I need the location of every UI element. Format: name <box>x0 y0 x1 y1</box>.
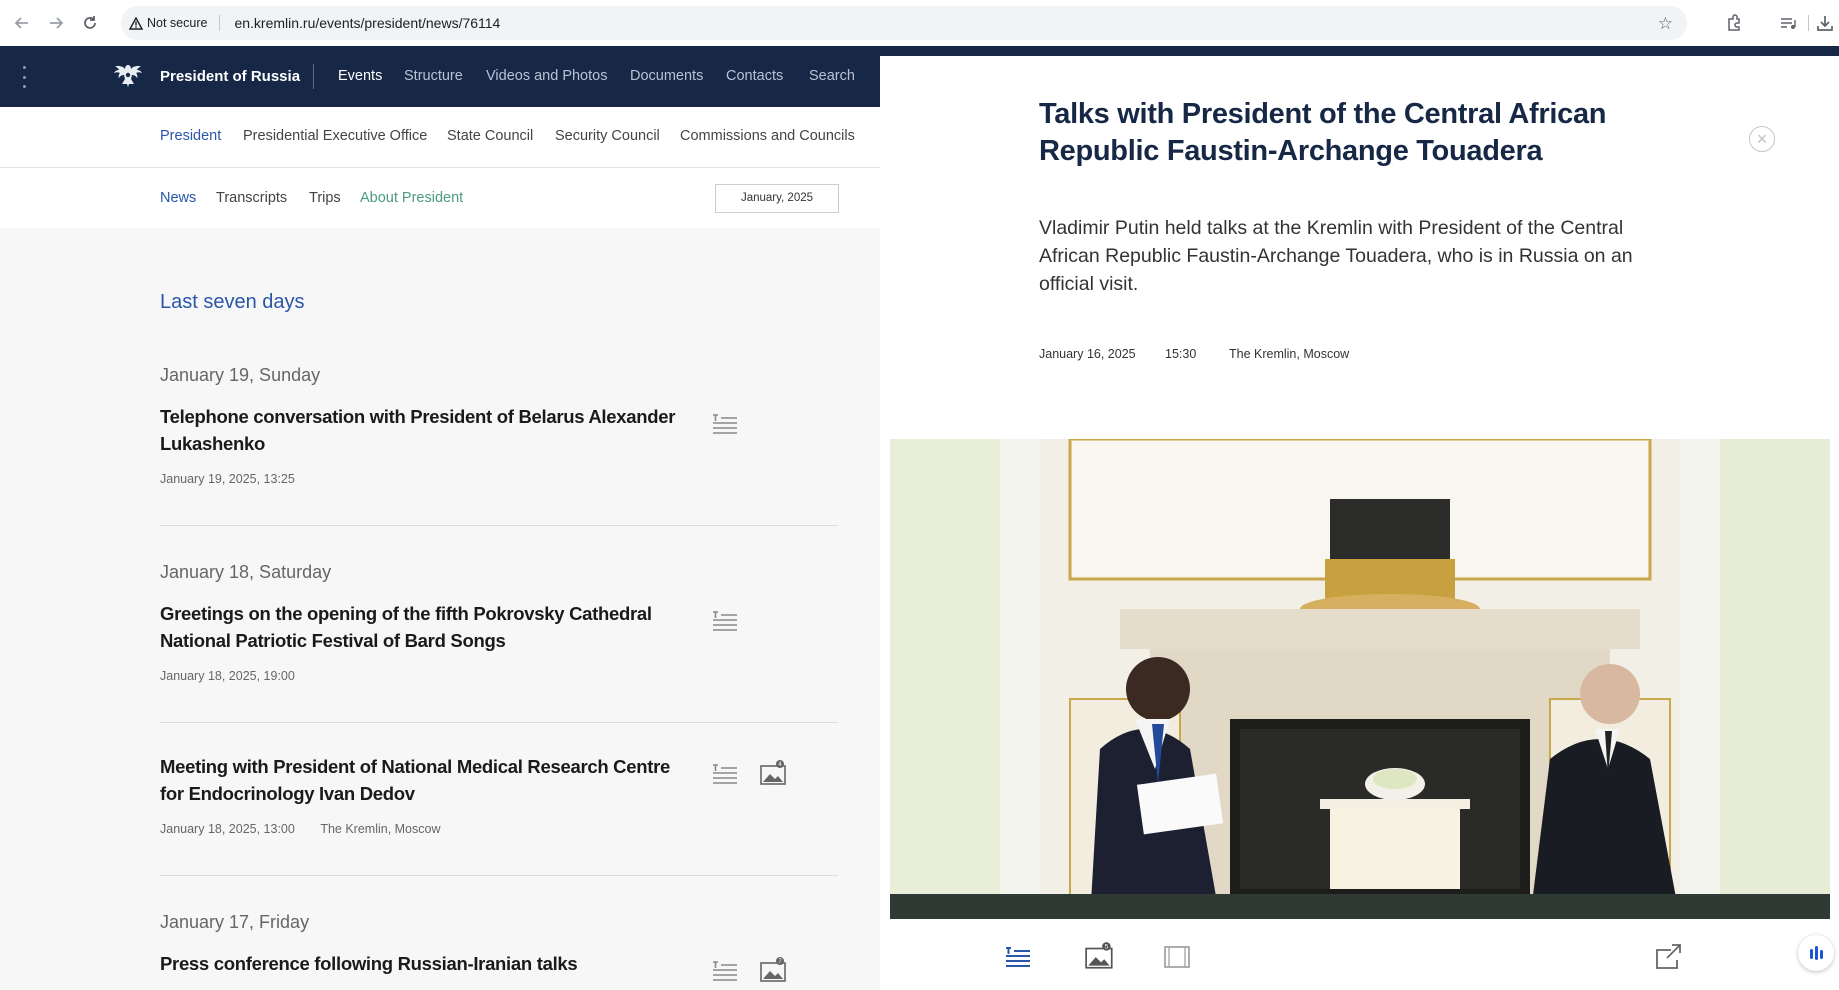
nav-videos-photos[interactable]: Videos and Photos <box>486 68 607 84</box>
news-item-title[interactable]: Greetings on the opening of the fifth Po… <box>160 600 680 654</box>
subnav-executive-office[interactable]: Presidential Executive Office <box>243 128 427 144</box>
article-pane: Talks with President of the Central Afri… <box>880 46 1839 990</box>
article-lead: Vladimir Putin held talks at the Kremlin… <box>1039 217 1633 295</box>
news-list-pane: President of Russia Events Structure Vid… <box>0 46 880 990</box>
warning-icon <box>129 16 143 30</box>
news-item-meta: January 19, 2025, 13:25 <box>160 472 317 486</box>
transcript-icon[interactable] <box>711 959 739 983</box>
nav-contacts[interactable]: Contacts <box>726 68 783 84</box>
tab-about-president[interactable]: About President <box>360 190 463 206</box>
browser-toolbar: Not secure en.kremlin.ru/events/presiden… <box>0 0 1839 46</box>
news-item-title[interactable]: Press conference following Russian-Irani… <box>160 950 680 977</box>
list-divider <box>160 722 838 723</box>
article-photo[interactable] <box>890 439 1830 919</box>
article-place: The Kremlin, Moscow <box>1229 347 1350 361</box>
media-controls-icon[interactable] <box>1779 6 1797 40</box>
video-icon[interactable] <box>1164 945 1190 969</box>
menu-icon[interactable] <box>22 66 26 88</box>
photo-gallery-icon[interactable]: 5 <box>1084 942 1116 970</box>
subnav-president[interactable]: President <box>160 128 221 144</box>
nav-search[interactable]: Search <box>809 68 855 84</box>
reload-icon[interactable] <box>73 6 107 40</box>
transcript-icon[interactable] <box>1004 945 1032 969</box>
eagle-emblem-icon[interactable] <box>112 61 144 91</box>
share-icon[interactable] <box>1653 942 1683 970</box>
toolbar-divider <box>1808 6 1809 40</box>
security-indicator[interactable]: Not secure <box>129 16 207 30</box>
article-title: Talks with President of the Central Afri… <box>1039 98 1607 167</box>
list-divider <box>160 525 838 526</box>
day-heading: January 17, Friday <box>160 912 310 932</box>
transcript-icon[interactable] <box>711 609 739 633</box>
news-item-title[interactable]: Telephone conversation with President of… <box>160 403 680 457</box>
subnav-commissions[interactable]: Commissions and Councils <box>680 128 855 144</box>
list-divider <box>160 875 838 876</box>
tab-news[interactable]: News <box>160 190 196 206</box>
url-text[interactable]: en.kremlin.ru/events/president/news/7611… <box>234 15 500 31</box>
section-title: Last seven days <box>160 291 305 313</box>
tab-trips[interactable]: Trips <box>309 190 341 206</box>
article-topbar <box>880 46 1839 56</box>
audio-bars-icon[interactable] <box>1798 935 1834 971</box>
transcript-icon[interactable] <box>711 762 739 786</box>
photo-gallery-icon[interactable]: 7 <box>759 957 789 983</box>
news-item-title[interactable]: Meeting with President of National Medic… <box>160 753 680 807</box>
address-bar[interactable]: Not secure en.kremlin.ru/events/presiden… <box>121 6 1687 40</box>
news-item-place: The Kremlin, Moscow <box>320 822 441 836</box>
nav-structure[interactable]: Structure <box>404 68 463 84</box>
day-heading: January 18, Saturday <box>160 562 332 582</box>
news-item-date: January 18, 2025, 19:00 <box>160 669 295 683</box>
nav-documents[interactable]: Documents <box>630 68 703 84</box>
security-label: Not secure <box>147 16 208 30</box>
article-toolbar: 5 <box>880 919 1839 990</box>
article-time: 15:30 <box>1165 347 1197 361</box>
photo-count: 5 <box>1105 944 1109 951</box>
forward-icon[interactable] <box>39 6 73 40</box>
news-item-date: January 19, 2025, 13:25 <box>160 472 295 486</box>
site-brand[interactable]: President of Russia <box>160 68 300 85</box>
bookmark-star-icon[interactable]: ☆ <box>1658 14 1673 34</box>
news-item-date: January 18, 2025, 13:00 <box>160 822 295 836</box>
subnav-security-council[interactable]: Security Council <box>555 128 660 144</box>
news-item-meta: January 18, 2025, 19:00 <box>160 669 317 683</box>
header-divider <box>313 64 314 89</box>
tab-transcripts[interactable]: Transcripts <box>216 190 287 206</box>
transcript-icon[interactable] <box>711 412 739 436</box>
download-icon[interactable] <box>1816 6 1834 40</box>
nav-events[interactable]: Events <box>338 68 382 84</box>
date-filter[interactable]: January, 2025 <box>715 184 839 213</box>
close-icon[interactable]: × <box>1749 126 1775 152</box>
site-header: President of Russia Events Structure Vid… <box>0 46 880 107</box>
news-item-meta: January 18, 2025, 13:00 The Kremlin, Mos… <box>160 822 463 836</box>
day-heading: January 19, Sunday <box>160 365 321 385</box>
photo-gallery-icon[interactable]: 4 <box>759 760 789 786</box>
back-icon[interactable] <box>5 6 39 40</box>
article-date: January 16, 2025 <box>1039 347 1136 361</box>
subnav-state-council[interactable]: State Council <box>447 128 533 144</box>
extensions-icon[interactable] <box>1725 6 1743 40</box>
url-divider <box>219 15 221 31</box>
